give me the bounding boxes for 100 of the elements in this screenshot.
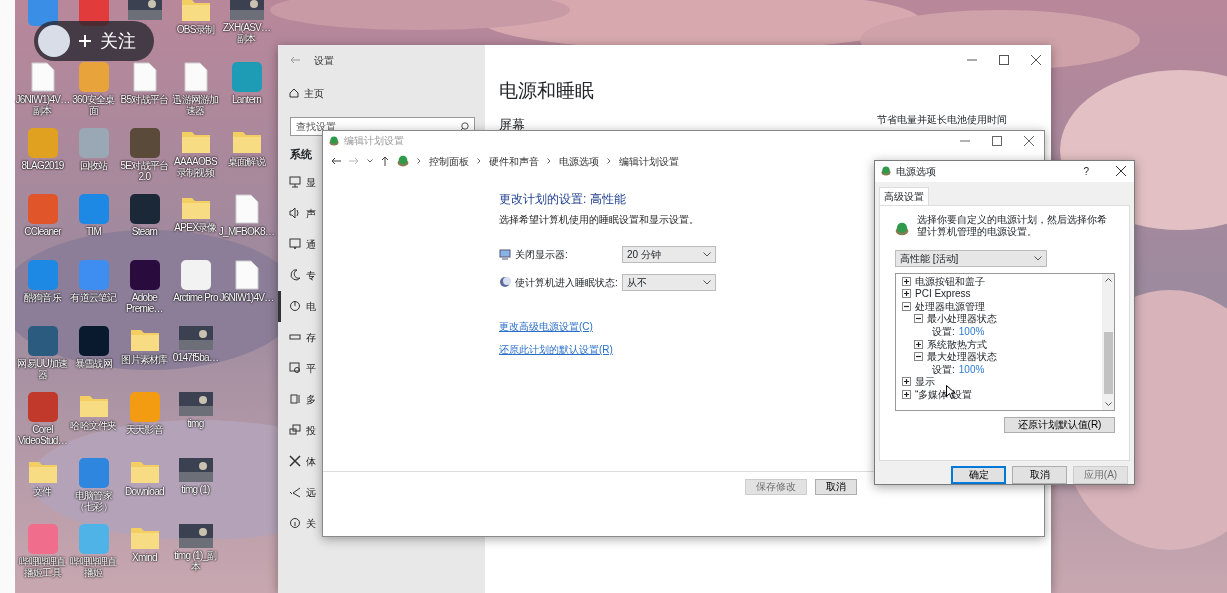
desktop-icon-label[interactable]: Arctime Pro (173, 292, 218, 303)
nav-item[interactable]: 关 (278, 507, 318, 539)
desktop-icon-label[interactable]: 5E对战平台 2.0 (119, 160, 170, 182)
follow-button[interactable]: 关注 (34, 21, 154, 61)
home-nav-item[interactable]: 主页 (278, 77, 326, 109)
tree-item[interactable]: 显示 (915, 374, 935, 390)
nav-item[interactable]: 通 (278, 228, 318, 260)
desktop-icon-label[interactable]: CCleaner (24, 226, 61, 237)
expand-icon[interactable] (902, 276, 911, 286)
desktop-icon-label[interactable]: Steam (131, 226, 158, 237)
home-icon (289, 88, 299, 98)
chevron-down-icon (703, 251, 711, 257)
desktop-icon-label[interactable]: 迅游网游加速器 (170, 94, 221, 116)
chevron-down-icon (1034, 255, 1042, 261)
side-text: 节省电量并延长电池使用时间 (877, 112, 1007, 127)
file-icon (183, 62, 208, 92)
maximize-icon[interactable] (992, 135, 1002, 146)
desktop-icon-label[interactable]: 桌面解说 (227, 156, 266, 167)
desktop-icon-label[interactable]: 有道云笔记 (70, 292, 117, 303)
back-arrow-icon[interactable] (331, 157, 341, 165)
desktop-icon-label[interactable]: 网易UU加速器 (17, 358, 68, 380)
tree-item[interactable]: 电源按钮和盖子 (915, 273, 985, 289)
file-icon (132, 62, 157, 92)
close-icon[interactable] (1116, 166, 1126, 177)
desktop-icon-label[interactable]: 回收站 (79, 160, 108, 171)
scrollbar-thumb[interactable] (1104, 331, 1113, 394)
nav-item[interactable]: 显 (278, 166, 318, 198)
chevron-down-icon[interactable] (367, 159, 373, 163)
nav-item[interactable]: 电 (278, 290, 318, 322)
desktop-icon-label[interactable]: Lantern (232, 94, 261, 105)
expand-icon[interactable] (902, 390, 911, 399)
up-arrow-icon[interactable] (381, 156, 389, 166)
avatar-icon (38, 25, 70, 57)
button[interactable]: 确定 (951, 466, 1006, 484)
restore-button[interactable]: 还原计划默认值(R) (1004, 416, 1115, 433)
nav-item[interactable]: 专 (278, 259, 318, 291)
breadcrumb-link[interactable]: 电源选项 (559, 153, 599, 169)
link[interactable]: 还原此计划的默认设置(R) (499, 342, 613, 357)
info-icon (289, 517, 301, 529)
desktop-icon-label[interactable]: 酷狗音乐 (23, 292, 62, 303)
desktop-icon-label[interactable]: J_MFBOK8… (218, 226, 275, 237)
nav-item[interactable]: 远 (278, 476, 318, 508)
desktop-icon-label[interactable]: J6NIW1)4V… 副本 (15, 94, 70, 116)
desktop-icon-label[interactable]: AAAAOBS录制视频 (170, 156, 221, 178)
nav-item[interactable]: 平 (278, 352, 318, 384)
desktop-icon-label[interactable]: Adobe Premie… (119, 292, 170, 314)
desktop-icon-label[interactable]: B5对战平台 (120, 94, 169, 105)
dropdown[interactable]: 20 分钟 (622, 245, 716, 263)
image-icon (229, 0, 264, 20)
file-icon (234, 260, 259, 290)
desktop-icon-label[interactable]: J6NIW1)4V… (219, 292, 274, 303)
collapse-icon[interactable] (902, 301, 911, 311)
chevron-down-icon (703, 279, 711, 285)
breadcrumb-link[interactable]: 编辑计划设置 (619, 153, 679, 169)
setting-label: 关闭显示器: (515, 247, 569, 262)
expand-icon[interactable] (914, 339, 923, 349)
setting-value[interactable]: 100% (958, 324, 985, 339)
desktop-icon-label[interactable]: 暴雪战网 (74, 358, 113, 369)
scrollbar[interactable] (1102, 273, 1114, 410)
chevron-right-icon (417, 158, 421, 164)
tab[interactable]: 高级设置 (879, 186, 929, 205)
breadcrumb-link[interactable]: 硬件和声音 (489, 153, 539, 169)
button[interactable]: 取消 (815, 479, 857, 495)
desktop-icon-label[interactable]: 8LAG2019 (21, 160, 64, 171)
help-button[interactable]: ? (1083, 163, 1089, 179)
button[interactable]: 取消 (1012, 466, 1067, 484)
desktop-icon-label[interactable]: APEX录像 (174, 222, 217, 233)
close-icon[interactable] (1024, 135, 1034, 146)
expand-icon[interactable] (902, 289, 911, 299)
battery-icon (289, 331, 301, 343)
expand-icon[interactable] (902, 377, 911, 387)
desktop-icon-label[interactable]: 360安全桌面 (68, 94, 119, 116)
link[interactable]: 更改高级电源设置(C) (499, 319, 593, 334)
dropdown[interactable]: 从不 (622, 273, 716, 291)
tree-item[interactable]: 最小处理器状态 (927, 311, 997, 327)
desktop-icon-label[interactable]: 0147f5ba… (172, 352, 219, 363)
desktop-icon-label[interactable]: ZXH(ASV… 副本 (221, 22, 272, 44)
chevron-right-icon (607, 158, 611, 164)
scroll-up-icon[interactable] (1105, 277, 1112, 282)
breadcrumb-link[interactable]: 控制面板 (429, 153, 469, 169)
desktop-icon-label[interactable]: Corel VideoStud… (17, 424, 68, 446)
window-title: 编辑计划设置 (344, 134, 404, 148)
desktop-icon-label[interactable]: TIM (85, 226, 102, 237)
scroll-down-icon[interactable] (1105, 401, 1112, 406)
moon-icon (289, 269, 301, 281)
close-icon[interactable] (1031, 55, 1041, 65)
nav-item[interactable]: 存 (278, 321, 318, 353)
nav-item[interactable]: 声 (278, 197, 318, 229)
file-icon (234, 194, 259, 224)
desktop-icon-label[interactable]: OBS录制 (176, 24, 215, 35)
nav-item[interactable]: 多 (278, 383, 318, 415)
dropdown[interactable]: 高性能 [活动] (895, 249, 1047, 267)
desktop-icon-label[interactable]: 图片素材库 (121, 354, 168, 365)
maximize-icon[interactable] (999, 55, 1009, 65)
cross-icon (289, 455, 301, 467)
collapse-icon[interactable] (914, 314, 923, 324)
nav-item[interactable]: 投 (278, 414, 318, 446)
collapse-icon[interactable] (914, 352, 923, 362)
nav-item[interactable]: 体 (278, 445, 318, 477)
tree-item[interactable]: 系统散热方式 (927, 336, 987, 352)
